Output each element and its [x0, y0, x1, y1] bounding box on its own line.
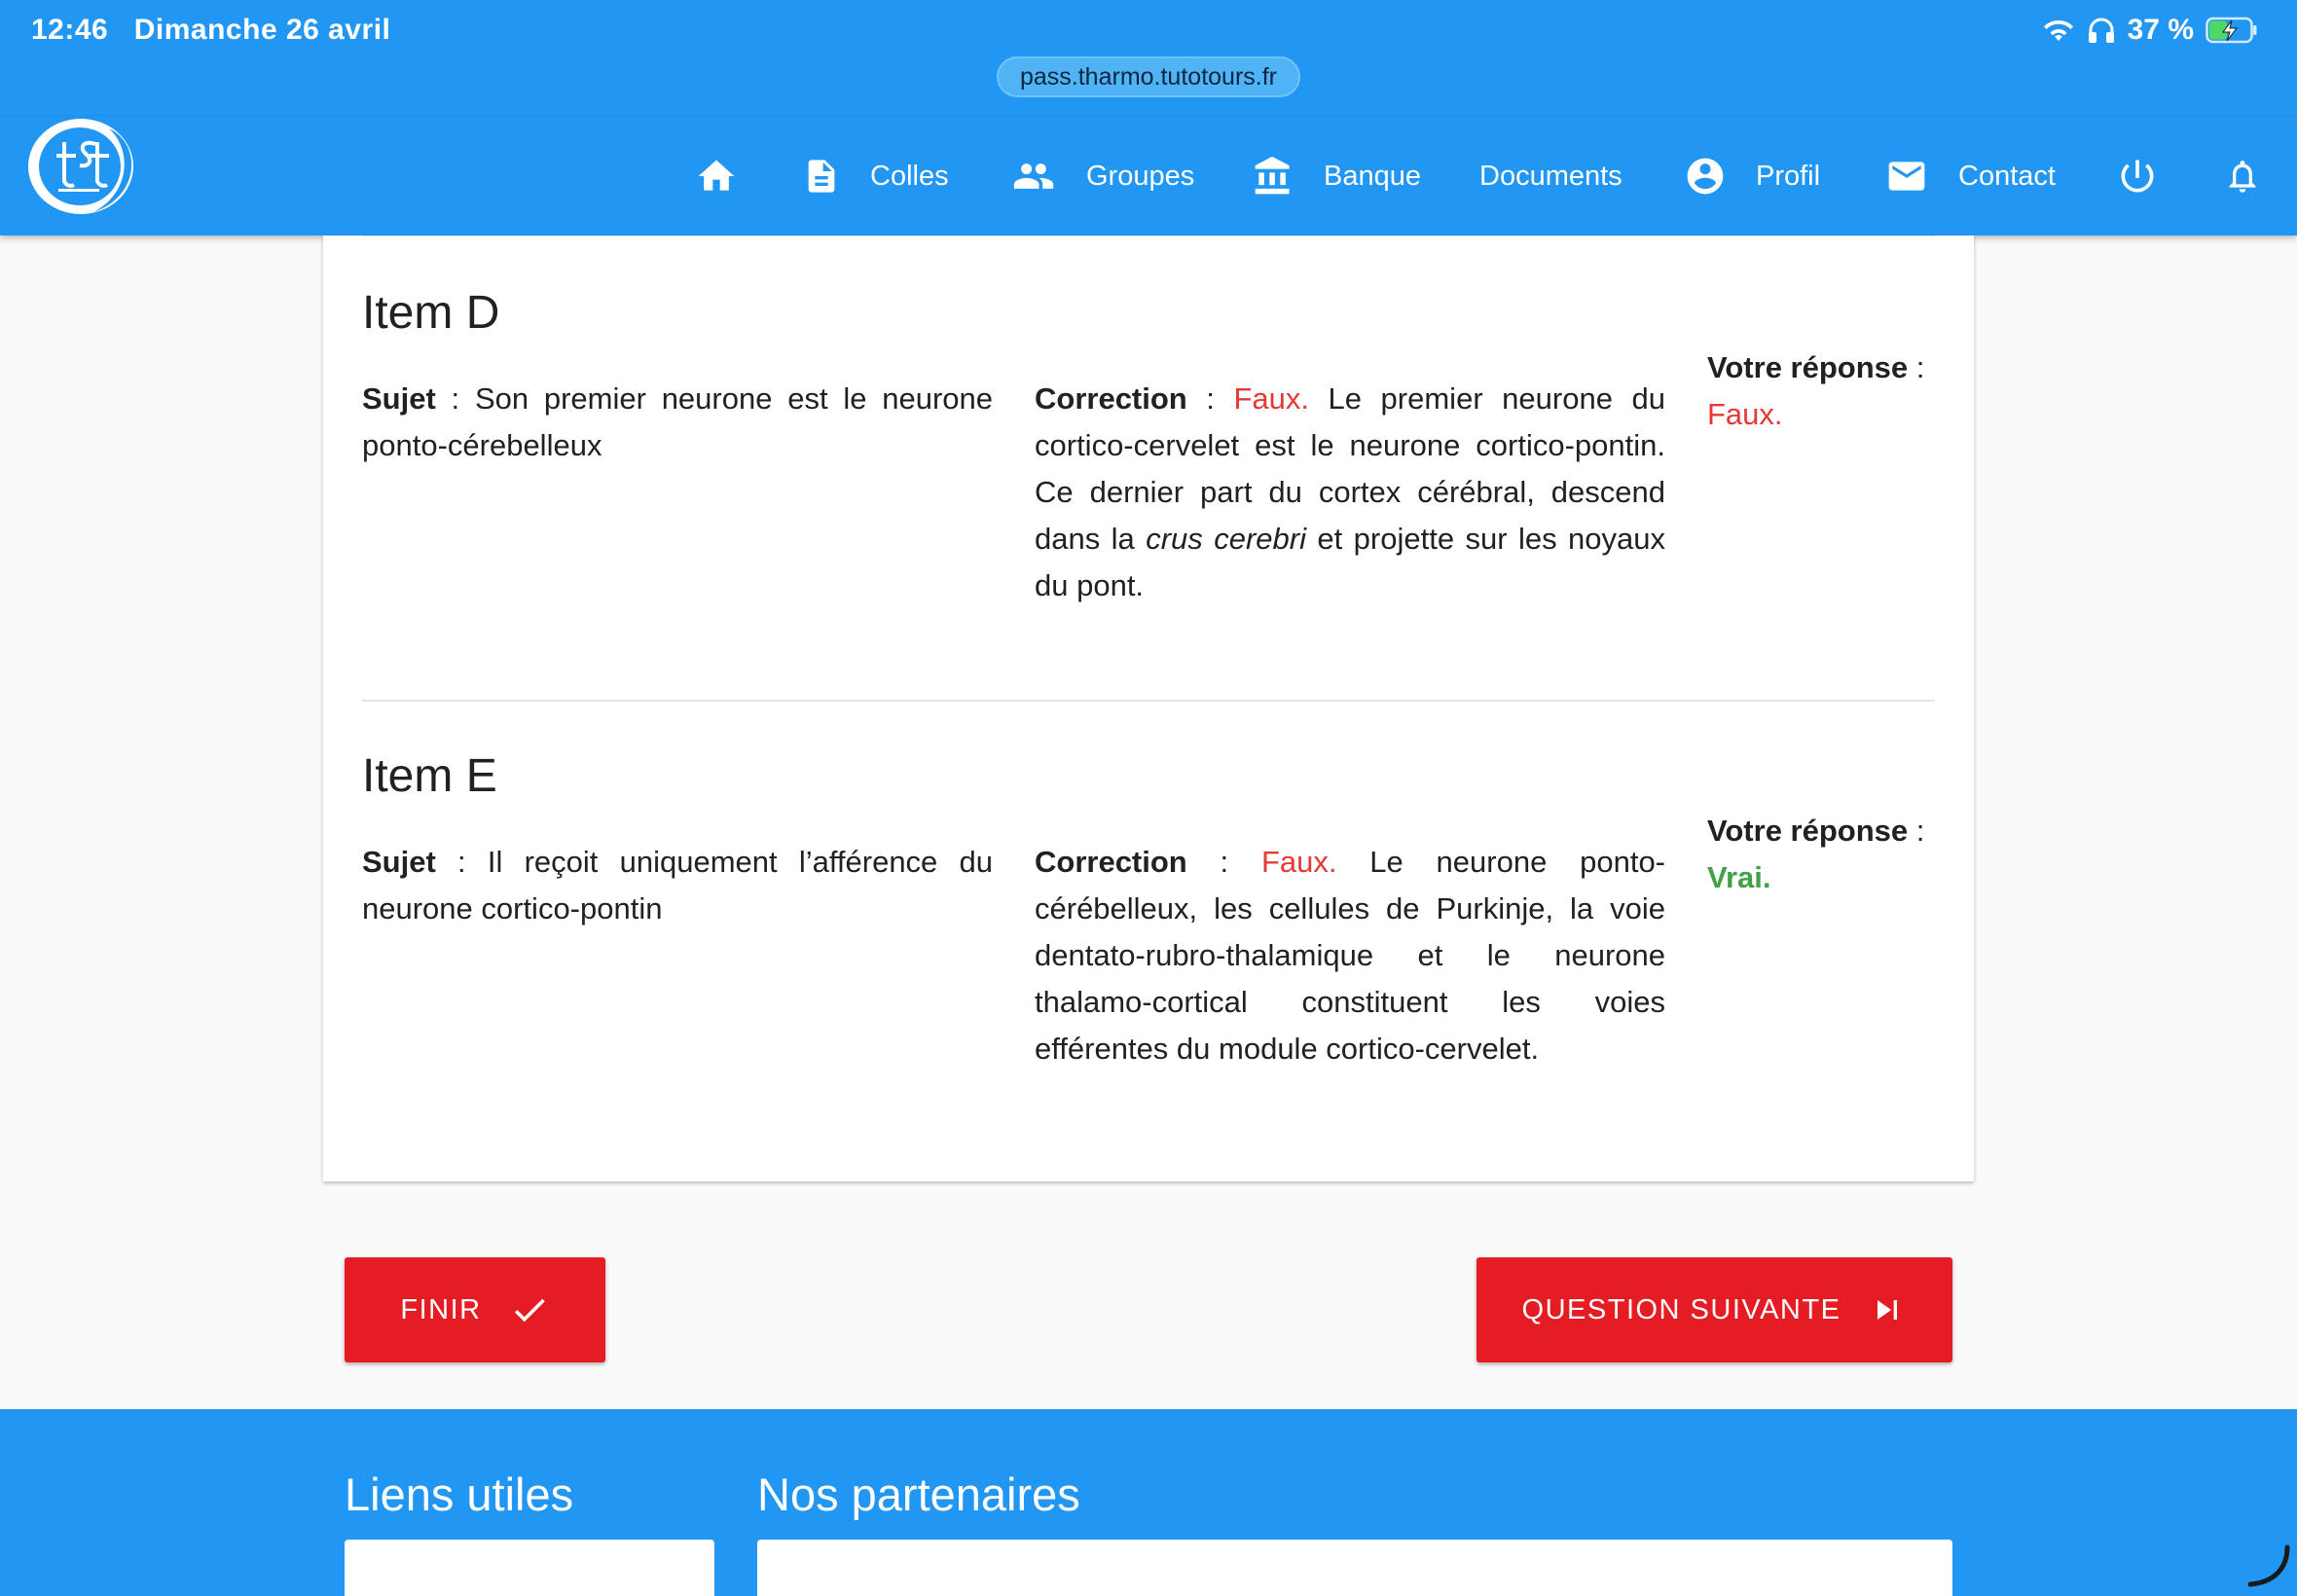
account-circle-icon	[1687, 158, 1724, 195]
correction-verdict: Faux.	[1260, 845, 1337, 879]
item-e-sujet: Sujet : Il reçoit uniquement l’afférence…	[362, 845, 993, 925]
check-icon	[514, 1298, 545, 1323]
sujet-label: Sujet	[362, 845, 436, 879]
reponse-value: Faux.	[1707, 397, 1783, 431]
status-bar: 12:46 Dimanche 26 avril 37 % pass.tharmo…	[0, 0, 2297, 117]
battery-percent: 37 %	[2127, 14, 2194, 46]
nos-partenaires-title: Nos partenaires	[757, 1469, 1080, 1520]
item-d-title: Item D	[362, 287, 500, 339]
nav-banque-label: Banque	[1324, 160, 1421, 192]
mail-icon	[1888, 162, 1925, 191]
wifi-icon	[2043, 19, 2073, 41]
question-suivante-button[interactable]: QUESTION SUIVANTE	[1477, 1257, 1952, 1362]
correction-italic: crus cerebri	[1146, 522, 1306, 556]
status-time: 12:46 Dimanche 26 avril	[31, 14, 390, 47]
item-e-title: Item E	[362, 750, 497, 802]
item-e-reponse: Votre réponse : Vrai.	[1707, 814, 1925, 894]
finir-button[interactable]: FINIR	[345, 1257, 605, 1362]
sujet-text: Son premier neurone est le neurone ponto…	[362, 381, 993, 462]
battery-charging-icon	[2206, 17, 2257, 44]
reponse-value: Vrai.	[1707, 860, 1771, 894]
nav-notifications[interactable]	[2223, 117, 2262, 236]
nav-documents-label: Documents	[1479, 160, 1622, 192]
nav-documents[interactable]: Documents	[1479, 117, 1622, 236]
skip-next-icon	[1878, 1300, 1898, 1320]
date: Dimanche 26 avril	[133, 14, 391, 46]
nav-colles[interactable]: Colles	[802, 117, 949, 236]
sujet-label: Sujet	[362, 381, 436, 416]
sujet-text: Il reçoit uniquement l’afférence du neur…	[362, 845, 993, 925]
item-e-correction: Correction : Faux. Le neurone ponto-céré…	[1035, 845, 1666, 1066]
clock: 12:46	[31, 14, 109, 46]
bell-icon	[2229, 161, 2256, 193]
item-d-sujet: Sujet : Son premier neurone est le neuro…	[362, 381, 993, 462]
status-indicators: 37 %	[2042, 14, 2258, 47]
item-d-correction: Correction : Faux. Le premier neurone du…	[1035, 381, 1666, 602]
bank-icon	[1255, 156, 1290, 195]
nav-banque[interactable]: Banque	[1252, 117, 1421, 236]
nav-groupes[interactable]: Groupes	[1010, 117, 1194, 236]
main-nav: Colles Groupes Banque Documents Profil C…	[0, 117, 2297, 236]
finir-label: FINIR	[400, 1293, 482, 1325]
power-icon	[2121, 160, 2154, 193]
home-icon	[698, 160, 735, 191]
url-bar[interactable]: pass.tharmo.tutotours.fr	[997, 56, 1300, 97]
nav-contact[interactable]: Contact	[1884, 117, 2056, 236]
reponse-label: Votre réponse	[1707, 350, 1909, 384]
nav-colles-label: Colles	[870, 160, 949, 192]
partenaires-box	[757, 1540, 1952, 1596]
nav-logout[interactable]	[2116, 117, 2159, 236]
nav-contact-label: Contact	[1958, 160, 2056, 192]
loading-spinner-icon	[2247, 1544, 2290, 1587]
nav-home[interactable]	[695, 117, 738, 236]
headphones-icon	[2088, 18, 2114, 43]
liens-utiles-title: Liens utiles	[345, 1469, 574, 1520]
nav-profil[interactable]: Profil	[1684, 117, 1820, 236]
document-icon	[808, 160, 835, 193]
correction-verdict: Faux.	[1233, 381, 1309, 416]
liens-utiles-box	[345, 1540, 714, 1596]
nav-groupes-label: Groupes	[1086, 160, 1195, 192]
next-label: QUESTION SUIVANTE	[1521, 1293, 1841, 1325]
nav-profil-label: Profil	[1756, 160, 1821, 192]
reponse-label: Votre réponse	[1707, 814, 1909, 848]
item-divider	[362, 700, 1935, 702]
people-icon	[1013, 163, 1054, 189]
correction-label: Correction	[1035, 381, 1187, 416]
url-text: pass.tharmo.tutotours.fr	[1019, 62, 1277, 91]
item-d-reponse: Votre réponse : Faux.	[1707, 350, 1925, 431]
correction-label: Correction	[1035, 845, 1187, 879]
